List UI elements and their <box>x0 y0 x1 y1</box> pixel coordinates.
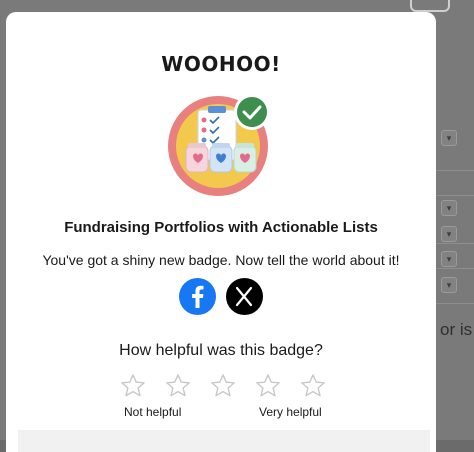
badge-message: You've got a shiny new badge. Now tell t… <box>42 252 400 268</box>
rating-high-label: Very helpful <box>259 405 322 419</box>
jar-icon <box>233 143 257 173</box>
facebook-icon <box>192 285 204 308</box>
modal-footer <box>18 430 430 452</box>
clipboard-clip <box>208 106 226 113</box>
rating-low-label: Not helpful <box>124 405 182 419</box>
modal-title: WOOHOO! <box>161 52 281 76</box>
x-icon <box>235 286 253 307</box>
star-1-icon[interactable] <box>119 372 147 400</box>
star-5-icon[interactable] <box>299 372 327 400</box>
rating-question: How helpful was this badge? <box>119 342 323 359</box>
background-dropdown-icon: ▾ <box>441 200 457 216</box>
star-4-icon[interactable] <box>254 372 282 400</box>
star-3-icon[interactable] <box>209 372 237 400</box>
background-divider <box>436 195 474 196</box>
background-dropdown-icon: ▾ <box>441 130 457 146</box>
background-divider <box>436 243 474 244</box>
background-dropdown-icon: ▾ <box>441 226 457 242</box>
jar-icon <box>185 143 209 173</box>
badge-modal: WOOHOO! Fundraising Portfolios with Acti… <box>6 12 436 452</box>
background-dropdown-icon: ▾ <box>441 277 457 293</box>
check-circle-icon <box>237 97 267 127</box>
background-divider <box>436 170 474 171</box>
facebook-share-button[interactable] <box>179 278 216 315</box>
star-rating <box>116 372 336 402</box>
background-text-fragment: or is <box>440 320 473 339</box>
jar-icon <box>209 143 233 173</box>
share-buttons <box>178 278 268 318</box>
background-divider <box>436 268 474 269</box>
badge-name: Fundraising Portfolios with Actionable L… <box>64 219 378 236</box>
star-2-icon[interactable] <box>164 372 192 400</box>
badge-image <box>168 94 270 196</box>
background-button <box>410 0 450 12</box>
x-share-button[interactable] <box>226 278 263 315</box>
background-divider <box>436 303 474 304</box>
background-dropdown-icon: ▾ <box>441 251 457 267</box>
